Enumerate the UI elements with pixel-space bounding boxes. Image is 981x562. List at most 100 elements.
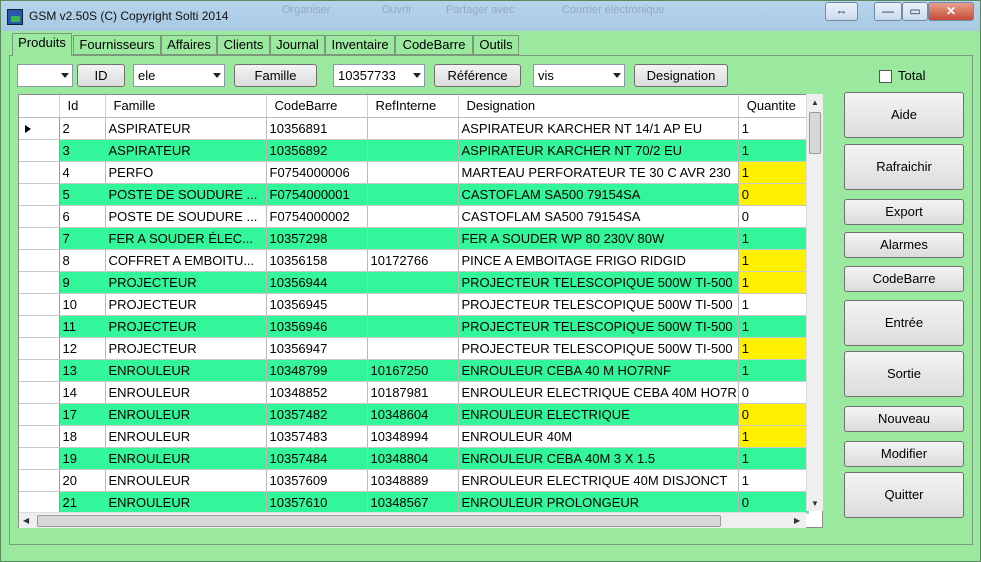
row-header[interactable]	[19, 469, 60, 492]
close-button[interactable]: ✕	[928, 2, 974, 21]
vertical-scroll-thumb[interactable]	[809, 112, 821, 154]
cell-designation[interactable]: ENROULEUR CEBA 40 M HO7RNF	[458, 359, 739, 382]
quitter-button[interactable]: Quitter	[844, 472, 964, 518]
table-row[interactable]: 20 ENROULEUR 10357609 10348889 ENROULEUR ELE…	[19, 469, 809, 492]
col-header-codebarre[interactable]: CodeBarre	[266, 95, 368, 118]
row-header[interactable]	[19, 205, 60, 228]
designation-button[interactable]: Designation	[634, 64, 728, 87]
row-header[interactable]	[19, 491, 60, 514]
cell-designation[interactable]: PROJECTEUR TELESCOPIQUE 500W TI-500	[458, 271, 739, 294]
cell-refinterne[interactable]	[367, 161, 459, 184]
cell-quantite[interactable]: 1	[738, 337, 809, 360]
cell-refinterne[interactable]	[367, 315, 459, 338]
cell-codebarre[interactable]: 10356947	[266, 337, 368, 360]
cell-id[interactable]: 19	[59, 447, 106, 470]
horizontal-scroll-thumb[interactable]	[37, 515, 721, 527]
cell-id[interactable]: 17	[59, 403, 106, 426]
sortie-button[interactable]: Sortie	[844, 351, 964, 397]
cell-famille[interactable]: ENROULEUR	[105, 425, 267, 448]
cell-refinterne[interactable]	[367, 117, 459, 140]
cell-id[interactable]: 14	[59, 381, 106, 404]
table-row[interactable]: 13 ENROULEUR 10348799 10167250 ENROULEUR CEB…	[19, 359, 809, 382]
cell-id[interactable]: 6	[59, 205, 106, 228]
col-header-famille[interactable]: Famille	[105, 95, 267, 118]
cell-codebarre[interactable]: 10356891	[266, 117, 368, 140]
cell-refinterne[interactable]: 10167250	[367, 359, 459, 382]
cell-designation[interactable]: CASTOFLAM SA500 79154SA	[458, 205, 739, 228]
row-header[interactable]	[19, 271, 60, 294]
cell-quantite[interactable]: 1	[738, 293, 809, 316]
cell-codebarre[interactable]: F0754000006	[266, 161, 368, 184]
cell-designation[interactable]: MARTEAU PERFORATEUR TE 30 C AVR 230	[458, 161, 739, 184]
cell-id[interactable]: 10	[59, 293, 106, 316]
cell-refinterne[interactable]: 10348604	[367, 403, 459, 426]
cell-quantite[interactable]: 1	[738, 447, 809, 470]
row-header[interactable]	[19, 227, 60, 250]
row-header[interactable]	[19, 161, 60, 184]
cell-codebarre[interactable]: 10357483	[266, 425, 368, 448]
minimize-button[interactable]: —	[874, 2, 902, 21]
table-row[interactable]: 8 COFFRET A EMBOITU... 10356158 10172766 PIN…	[19, 249, 809, 272]
cell-codebarre[interactable]: 10357609	[266, 469, 368, 492]
total-checkbox[interactable]	[879, 70, 892, 83]
vertical-scrollbar[interactable]: ▲ ▼	[806, 94, 823, 511]
entree-button[interactable]: Entrée	[844, 300, 964, 346]
col-header-quantite[interactable]: Quantite	[738, 95, 809, 118]
cell-designation[interactable]: PROJECTEUR TELESCOPIQUE 500W TI-500	[458, 315, 739, 338]
cell-designation[interactable]: ENROULEUR ELECTRIQUE 40M DISJONCT	[458, 469, 739, 492]
reference-button[interactable]: Référence	[434, 64, 521, 87]
cell-famille[interactable]: ASPIRATEUR	[105, 139, 267, 162]
cell-famille[interactable]: PROJECTEUR	[105, 293, 267, 316]
cell-designation[interactable]: ENROULEUR ELECTRIQUE CEBA 40M HO7R	[458, 381, 739, 404]
cell-quantite[interactable]: 1	[738, 161, 809, 184]
maximize-button[interactable]: ▭	[902, 2, 928, 21]
cell-designation[interactable]: ENROULEUR CEBA 40M 3 X 1.5	[458, 447, 739, 470]
cell-famille[interactable]: FER A SOUDER ÉLEC...	[105, 227, 267, 250]
export-button[interactable]: Export	[844, 199, 964, 225]
table-row[interactable]: 21 ENROULEUR 10357610 10348567 ENROULEUR PRO…	[19, 491, 809, 514]
cell-id[interactable]: 21	[59, 491, 106, 514]
table-row[interactable]: 18 ENROULEUR 10357483 10348994 ENROULEUR 40M…	[19, 425, 809, 448]
table-row[interactable]: 9 PROJECTEUR 10356944 PROJECTEUR TELESCOPIQ…	[19, 271, 809, 294]
cell-famille[interactable]: PROJECTEUR	[105, 337, 267, 360]
cell-famille[interactable]: PROJECTEUR	[105, 271, 267, 294]
horizontal-scrollbar[interactable]: ◀ ▶	[19, 512, 806, 528]
cell-codebarre[interactable]: 10357610	[266, 491, 368, 514]
codebarre-button[interactable]: CodeBarre	[844, 266, 964, 292]
row-header[interactable]	[19, 249, 60, 272]
alarmes-button[interactable]: Alarmes	[844, 232, 964, 258]
cell-quantite[interactable]: 1	[738, 469, 809, 492]
table-row[interactable]: 11 PROJECTEUR 10356946 PROJECTEUR TELESCOPI…	[19, 315, 809, 338]
cell-designation[interactable]: PROJECTEUR TELESCOPIQUE 500W TI-500	[458, 337, 739, 360]
row-header[interactable]	[19, 447, 60, 470]
table-row[interactable]: 17 ENROULEUR 10357482 10348604 ENROULEUR ELE…	[19, 403, 809, 426]
col-header-refinterne[interactable]: RefInterne	[367, 95, 459, 118]
tab-outils[interactable]: Outils	[473, 35, 519, 55]
table-row[interactable]: 3 ASPIRATEUR 10356892 ASPIRATEUR KARCHER NT…	[19, 139, 809, 162]
table-row[interactable]: 19 ENROULEUR 10357484 10348804 ENROULEUR CEB…	[19, 447, 809, 470]
cell-quantite[interactable]: 0	[738, 403, 809, 426]
cell-designation[interactable]: ENROULEUR 40M	[458, 425, 739, 448]
table-row[interactable]: 5 POSTE DE SOUDURE ... F0754000001 CASTOFLA…	[19, 183, 809, 206]
cell-quantite[interactable]: 0	[738, 205, 809, 228]
cell-id[interactable]: 5	[59, 183, 106, 206]
cell-refinterne[interactable]	[367, 205, 459, 228]
cell-famille[interactable]: PERFO	[105, 161, 267, 184]
cell-designation[interactable]: ASPIRATEUR KARCHER NT 14/1 AP EU	[458, 117, 739, 140]
cell-famille[interactable]: ENROULEUR	[105, 381, 267, 404]
row-header[interactable]	[19, 381, 60, 404]
cell-designation[interactable]: PINCE A EMBOITAGE FRIGO RIDGID	[458, 249, 739, 272]
cell-quantite[interactable]: 1	[738, 315, 809, 338]
cell-codebarre[interactable]: 10357484	[266, 447, 368, 470]
cell-id[interactable]: 18	[59, 425, 106, 448]
cell-codebarre[interactable]: F0754000002	[266, 205, 368, 228]
cell-refinterne[interactable]: 10348567	[367, 491, 459, 514]
cell-refinterne[interactable]	[367, 227, 459, 250]
cell-quantite[interactable]: 1	[738, 359, 809, 382]
table-row[interactable]: 14 ENROULEUR 10348852 10187981 ENROULEUR ELE…	[19, 381, 809, 404]
cell-designation[interactable]: CASTOFLAM SA500 79154SA	[458, 183, 739, 206]
cell-id[interactable]: 7	[59, 227, 106, 250]
cell-famille[interactable]: ENROULEUR	[105, 469, 267, 492]
cell-codebarre[interactable]: 10356892	[266, 139, 368, 162]
tab-codebarre[interactable]: CodeBarre	[395, 35, 473, 55]
